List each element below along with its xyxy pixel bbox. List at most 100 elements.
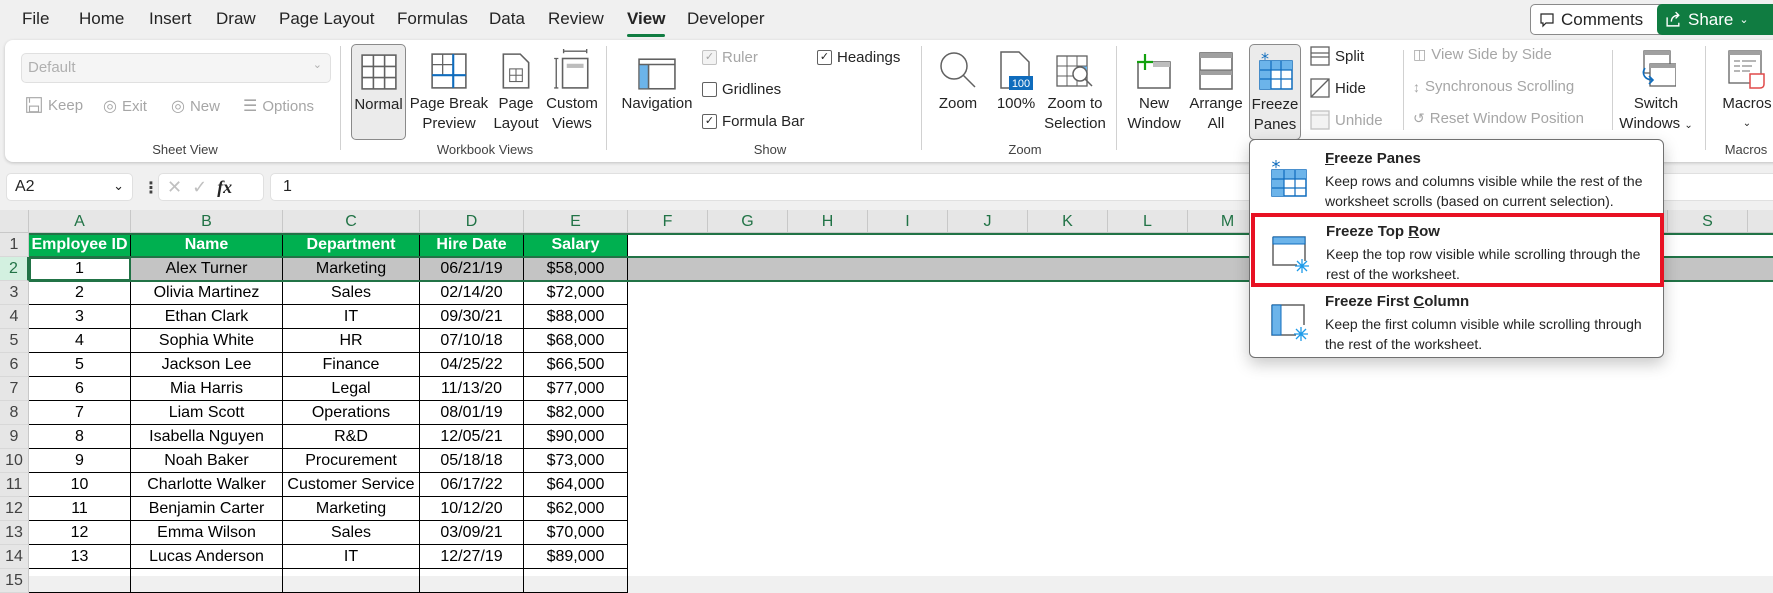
table-cell[interactable]: $66,500 bbox=[524, 353, 628, 377]
tab-page-layout[interactable]: Page Layout bbox=[279, 9, 374, 29]
normal-view-button[interactable]: Normal bbox=[351, 44, 406, 140]
row-header[interactable]: 12 bbox=[0, 497, 29, 521]
table-header-cell[interactable]: Department bbox=[283, 233, 420, 257]
reset-window-position-button[interactable]: ↺ Reset Window Position bbox=[1413, 110, 1584, 127]
tab-draw[interactable]: Draw bbox=[216, 9, 256, 29]
row-header[interactable]: 14 bbox=[0, 545, 29, 569]
menu-item-freeze-panes[interactable]: * Freeze Panes Keep rows and columns vis… bbox=[1250, 142, 1663, 212]
column-header[interactable]: F bbox=[628, 210, 708, 233]
row-header[interactable]: 3 bbox=[0, 281, 29, 305]
keep-button[interactable]: Keep bbox=[25, 96, 83, 114]
insert-function-icon[interactable]: fx bbox=[217, 177, 232, 198]
menu-item-freeze-top-row[interactable]: Freeze Top Row Keep the top row visible … bbox=[1251, 213, 1664, 287]
tab-file[interactable]: File bbox=[22, 9, 49, 29]
table-cell[interactable]: 3 bbox=[29, 305, 131, 329]
table-cell[interactable]: Alex Turner bbox=[131, 257, 283, 281]
share-button[interactable]: Share ⌄ bbox=[1657, 4, 1773, 35]
tab-developer[interactable]: Developer bbox=[687, 9, 765, 29]
table-cell[interactable]: Marketing bbox=[283, 257, 420, 281]
menu-item-freeze-first-column[interactable]: Freeze First Column Keep the first colum… bbox=[1250, 285, 1663, 355]
empty-cell[interactable] bbox=[420, 569, 524, 593]
table-cell[interactable]: 09/30/21 bbox=[420, 305, 524, 329]
cancel-icon[interactable]: ✕ bbox=[167, 177, 182, 198]
table-cell[interactable]: Jackson Lee bbox=[131, 353, 283, 377]
table-cell[interactable]: Lucas Anderson bbox=[131, 545, 283, 569]
table-cell[interactable]: Charlotte Walker bbox=[131, 473, 283, 497]
table-cell[interactable]: Emma Wilson bbox=[131, 521, 283, 545]
table-cell[interactable]: Noah Baker bbox=[131, 449, 283, 473]
table-cell[interactable]: IT bbox=[283, 305, 420, 329]
table-cell[interactable]: Isabella Nguyen bbox=[131, 425, 283, 449]
table-cell[interactable]: 12 bbox=[29, 521, 131, 545]
zoom-to-selection-button[interactable]: Zoom to Selection bbox=[1039, 44, 1111, 134]
name-box[interactable]: A2 ⌄ bbox=[6, 173, 133, 201]
table-cell[interactable]: $58,000 bbox=[524, 257, 628, 281]
sheet-view-select[interactable]: Default ⌄ bbox=[21, 53, 331, 83]
empty-cell[interactable] bbox=[29, 569, 131, 593]
hide-button[interactable]: Hide bbox=[1310, 78, 1366, 98]
table-cell[interactable]: Finance bbox=[283, 353, 420, 377]
table-header-cell[interactable]: Hire Date bbox=[420, 233, 524, 257]
page-layout-button[interactable]: Page Layout bbox=[491, 44, 541, 134]
table-cell[interactable]: 04/25/22 bbox=[420, 353, 524, 377]
new-window-button[interactable]: New Window bbox=[1123, 44, 1185, 134]
table-cell[interactable]: 11 bbox=[29, 497, 131, 521]
column-header[interactable]: B bbox=[131, 210, 283, 233]
exit-button[interactable]: ◎ Exit bbox=[103, 96, 147, 116]
column-header[interactable]: H bbox=[788, 210, 868, 233]
table-cell[interactable]: 2 bbox=[29, 281, 131, 305]
comments-button[interactable]: Comments bbox=[1530, 4, 1676, 35]
table-cell[interactable]: 10/12/20 bbox=[420, 497, 524, 521]
column-header[interactable]: L bbox=[1108, 210, 1188, 233]
table-cell[interactable]: $70,000 bbox=[524, 521, 628, 545]
table-cell[interactable]: $88,000 bbox=[524, 305, 628, 329]
table-cell[interactable]: $89,000 bbox=[524, 545, 628, 569]
row-header[interactable]: 7 bbox=[0, 377, 29, 401]
unhide-button[interactable]: Unhide bbox=[1310, 110, 1383, 130]
row-header[interactable]: 2 bbox=[0, 257, 29, 281]
column-header[interactable]: T bbox=[1748, 210, 1773, 233]
table-cell[interactable]: 9 bbox=[29, 449, 131, 473]
table-cell[interactable]: R&D bbox=[283, 425, 420, 449]
new-sheet-view-button[interactable]: ◎ New bbox=[171, 96, 220, 116]
table-cell[interactable]: $73,000 bbox=[524, 449, 628, 473]
row-header[interactable]: 13 bbox=[0, 521, 29, 545]
table-cell[interactable]: 05/18/18 bbox=[420, 449, 524, 473]
table-cell[interactable]: $90,000 bbox=[524, 425, 628, 449]
arrange-all-button[interactable]: Arrange All bbox=[1187, 44, 1245, 134]
column-header[interactable]: E bbox=[524, 210, 628, 233]
ruler-checkbox[interactable]: ✓ Ruler bbox=[702, 49, 758, 66]
table-cell[interactable]: 06/21/19 bbox=[420, 257, 524, 281]
view-side-by-side-button[interactable]: ◫ View Side by Side bbox=[1413, 46, 1552, 63]
table-cell[interactable]: 08/01/19 bbox=[420, 401, 524, 425]
row-header[interactable]: 8 bbox=[0, 401, 29, 425]
column-header[interactable]: A bbox=[29, 210, 131, 233]
custom-views-button[interactable]: Custom Views bbox=[543, 44, 601, 134]
table-cell[interactable]: Sophia White bbox=[131, 329, 283, 353]
zoom-100-button[interactable]: 100 100% bbox=[993, 44, 1039, 114]
row-header[interactable]: 15 bbox=[0, 569, 29, 593]
table-cell[interactable]: Legal bbox=[283, 377, 420, 401]
row-header[interactable]: 9 bbox=[0, 425, 29, 449]
gridlines-checkbox[interactable]: Gridlines bbox=[702, 81, 781, 98]
row-header[interactable]: 6 bbox=[0, 353, 29, 377]
table-cell[interactable]: 8 bbox=[29, 425, 131, 449]
table-cell[interactable]: 4 bbox=[29, 329, 131, 353]
table-cell[interactable]: 02/14/20 bbox=[420, 281, 524, 305]
headings-checkbox[interactable]: ✓ Headings bbox=[817, 49, 900, 66]
table-cell[interactable]: Operations bbox=[283, 401, 420, 425]
empty-cell[interactable] bbox=[524, 569, 628, 593]
table-cell[interactable]: 07/10/18 bbox=[420, 329, 524, 353]
table-cell[interactable]: 6 bbox=[29, 377, 131, 401]
more-options-icon[interactable]: ⋮ bbox=[143, 178, 159, 198]
table-cell[interactable]: Liam Scott bbox=[131, 401, 283, 425]
tab-review[interactable]: Review bbox=[548, 9, 604, 29]
table-cell[interactable]: 06/17/22 bbox=[420, 473, 524, 497]
column-header[interactable]: J bbox=[948, 210, 1028, 233]
table-header-cell[interactable]: Salary bbox=[524, 233, 628, 257]
table-cell[interactable]: Ethan Clark bbox=[131, 305, 283, 329]
table-cell[interactable]: HR bbox=[283, 329, 420, 353]
table-cell[interactable]: Benjamin Carter bbox=[131, 497, 283, 521]
table-cell[interactable]: Procurement bbox=[283, 449, 420, 473]
tab-data[interactable]: Data bbox=[489, 9, 525, 29]
